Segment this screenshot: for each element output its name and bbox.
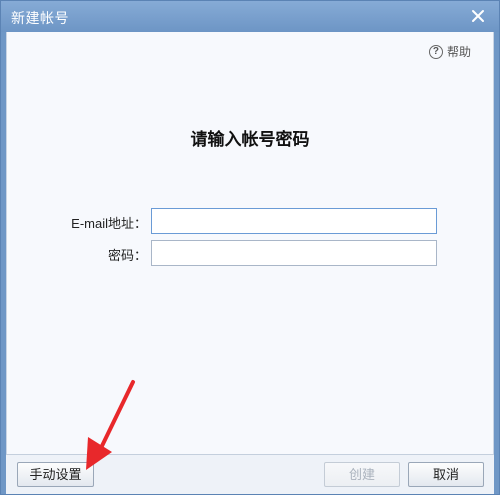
close-button[interactable] xyxy=(469,7,487,25)
window-title: 新建帐号 xyxy=(11,10,69,26)
title-bar[interactable]: 新建帐号 xyxy=(1,1,499,32)
help-icon: ? xyxy=(428,44,443,59)
help-label: 帮助 xyxy=(446,45,471,59)
email-label: E-mail地址： xyxy=(71,216,147,231)
email-field[interactable] xyxy=(151,208,437,234)
cancel-button[interactable]: 取消 xyxy=(408,462,484,487)
page-title: 请输入帐号密码 xyxy=(190,130,310,149)
email-row: E-mail地址： xyxy=(7,208,493,234)
close-icon xyxy=(472,10,484,22)
password-field[interactable] xyxy=(151,240,437,266)
create-button[interactable]: 创建 xyxy=(324,462,400,487)
help-link[interactable]: ? 帮助 xyxy=(428,43,471,60)
dialog-body: ? 帮助 请输入帐号密码 E-mail地址： 密码： xyxy=(6,32,494,454)
manual-setup-button[interactable]: 手动设置 xyxy=(17,462,94,487)
new-account-dialog: 新建帐号 ? 帮助 请输入帐号密码 E-mail地址： 密码： 手动设置 创建 … xyxy=(0,0,500,495)
password-label: 密码： xyxy=(107,248,147,263)
password-row: 密码： xyxy=(7,240,493,266)
button-bar: 手动设置 创建 取消 xyxy=(6,454,494,494)
